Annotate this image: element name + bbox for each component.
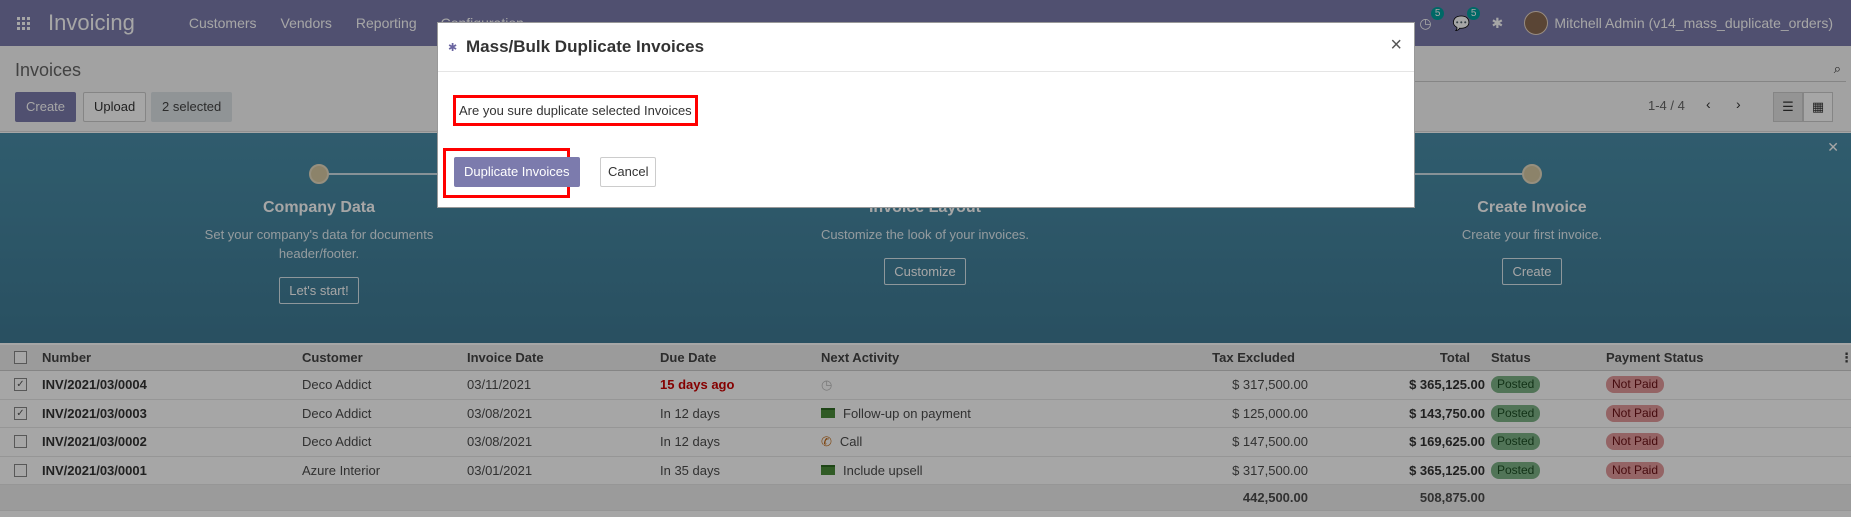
duplicate-invoices-button[interactable]: Duplicate Invoices	[454, 157, 580, 187]
bug-icon: ✱	[448, 41, 458, 54]
confirm-message: Are you sure duplicate selected Invoices	[453, 95, 698, 126]
duplicate-dialog: ✱ Mass/Bulk Duplicate Invoices × Are you…	[437, 22, 1415, 208]
modal-header: ✱ Mass/Bulk Duplicate Invoices ×	[438, 23, 1414, 72]
close-icon[interactable]: ×	[1390, 34, 1402, 57]
modal-title: Mass/Bulk Duplicate Invoices	[466, 37, 705, 56]
cancel-button[interactable]: Cancel	[600, 157, 657, 187]
